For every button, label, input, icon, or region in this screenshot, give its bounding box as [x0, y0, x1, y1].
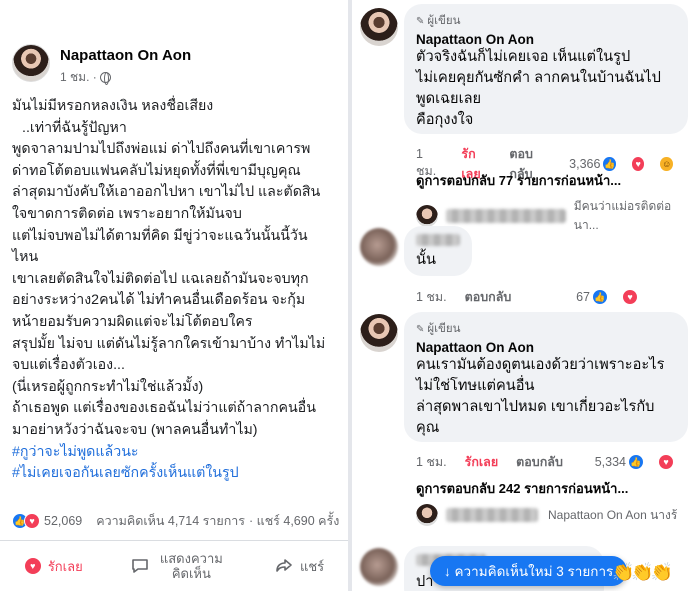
share-count[interactable]: · แชร์ 4,690 ครั้ง — [249, 511, 339, 531]
comment-reaction-count[interactable]: 67 — [576, 290, 590, 304]
hashtag-link[interactable]: #กูว่าจะไม่พูดแล้วนะ — [12, 442, 342, 464]
reply-preview[interactable]: Napattaon On Aon นางร้ — [416, 504, 677, 526]
comment-bubble: ✎ ผู้เขียน Napattaon On Aon ตัวจริงฉันก็… — [404, 4, 688, 134]
hashtag-link[interactable]: #ไม่เคยเจอกันเลยซักครั้งเห็นแต่ในรูป — [12, 463, 342, 485]
new-comments-button[interactable]: ↓ ความคิดเห็นใหม่ 3 รายการ — [430, 556, 628, 586]
share-icon — [276, 559, 292, 572]
post-line: (นี่เหรอผู้ถูกกระทำไม่ใช่แล้วมั้ง) — [12, 378, 204, 395]
reply-preview-text: Napattaon On Aon นางร้ — [548, 507, 678, 522]
post-action-bar: ♥ รักเลย แสดงความคิดเห็น แชร์ — [0, 540, 348, 591]
reaction-icons[interactable]: 👍 ♥ — [12, 513, 40, 529]
post-author-name[interactable]: Napattaon On Aon — [60, 47, 191, 64]
comment-reply-button[interactable]: ตอบกลับ — [516, 452, 563, 472]
reaction-count[interactable]: 52,069 — [44, 514, 82, 528]
comment-avatar[interactable] — [360, 548, 398, 586]
comment-line: คุณ — [416, 420, 440, 436]
author-badge-label: ผู้เขียน — [427, 323, 461, 335]
post-time-text: 1 ชม. · — [60, 70, 97, 84]
comment-line: ไม่ใช่โทษแต่คนอื่น — [416, 378, 535, 394]
post-line: ด่าทอโต้ตอบแฟนคลับไม่หยุดทั้งที่พี่เขามี… — [12, 162, 301, 179]
new-comments-label: ↓ ความคิดเห็นใหม่ 3 รายการ — [444, 564, 614, 579]
post-line: ไหน — [12, 249, 39, 266]
post-line: ถ้าเธอพูด แต่เรื่องของเธอฉันไม่ว่าแต่ถ้า… — [12, 400, 316, 417]
author-badge-label: ผู้เขียน — [427, 15, 461, 27]
post-line: ใจขาดการติดต่อ เพราะอยากให้มันจบ — [12, 205, 242, 222]
comment-line: ตัวจริงฉันก็ไม่เคยเจอ เห็นแต่ในรูป — [416, 49, 631, 65]
comment-icon — [132, 559, 149, 573]
author-badge: ✎ ผู้เขียน — [416, 12, 676, 30]
clap-icons: 👏👏👏 — [612, 562, 673, 582]
love-reaction-icon: ♥ — [24, 513, 40, 529]
author-avatar[interactable] — [12, 44, 50, 82]
redacted-name — [416, 234, 460, 246]
author-badge: ✎ ผู้เขียน — [416, 320, 676, 338]
comment-avatar[interactable] — [360, 8, 398, 46]
post-meta: Napattaon On Aon 1 ชม. · — [60, 44, 191, 87]
comment-love-button[interactable]: รักเลย — [465, 452, 499, 472]
comment-reaction-count[interactable]: 5,334 — [595, 455, 626, 469]
comment-avatar[interactable] — [360, 314, 398, 352]
post-line: ..เท่าที่ฉันรู้ปัญหา — [22, 119, 127, 136]
globe-icon — [99, 72, 111, 85]
comment-author-name[interactable]: Napattaon On Aon — [416, 32, 676, 47]
pen-icon: ✎ — [416, 323, 425, 335]
comment-button-label: แสดงความคิดเห็น — [159, 551, 223, 581]
comment-line: คนเรามันต้องดูตนเองด้วยว่าเพราะอะไร — [416, 357, 665, 373]
comment-time[interactable]: 1 ชม. — [416, 287, 447, 307]
comment-line: นั้น — [416, 252, 436, 268]
post-line: พูดจาลามปามไปถึงพ่อแม่ ด่าไปถึงคนที่เขาเ… — [12, 141, 311, 158]
comment-line: พูดเฉยเลย — [416, 91, 482, 107]
post-line: หน้ายอมรับความผิดแต่จะไม่โต้ตอบใคร — [12, 313, 253, 330]
post-body: มันไม่มีหรอกหลงเงิน หลงชื่อเสียง ..เท่าท… — [12, 96, 342, 485]
share-button[interactable]: แชร์ — [274, 556, 324, 577]
post-header: Napattaon On Aon 1 ชม. · — [12, 44, 191, 87]
post-panel: Napattaon On Aon 1 ชม. · มันไม่มีหรอกหลง… — [0, 0, 348, 591]
pen-icon: ✎ — [416, 15, 425, 27]
love-reaction-icon: ♥ — [622, 289, 638, 305]
post-timestamp[interactable]: 1 ชม. · — [60, 68, 191, 87]
post-line: สรุปมั้ย ไม่จบ แต่ดันไม่รู้ลากใครเข้ามาบ… — [12, 335, 326, 352]
view-previous-replies[interactable]: ดูการตอบกลับ 242 รายการก่อนหน้า... — [416, 478, 628, 499]
love-button-label: รักเลย — [47, 558, 83, 574]
post-line: มันไม่มีหรอกหลงเงิน หลงชื่อเสียง — [12, 98, 214, 114]
comment-avatar[interactable] — [360, 228, 398, 266]
comment-line: คือกุงงใจ — [416, 112, 474, 128]
redacted-name — [445, 209, 566, 223]
comment-line: ล่าสุดพาลเขาไปหมด เขาเกี่ยวอะไรกับ — [416, 399, 655, 415]
comment-actions: 1 ชม. รักเลย ตอบกลับ 5,334 👍 ♥ — [416, 452, 692, 472]
redacted-name — [446, 508, 538, 522]
comment-line: ไม่เคยคุยกันซักคำ ลากคนในบ้านฉันไป — [416, 70, 661, 86]
love-icon: ♥ — [23, 557, 42, 575]
reply-preview-text: มีคนว่าแม่อรติดต่อนา... — [573, 199, 672, 232]
comment-actions: 1 ชม. ตอบกลับ 67 👍 ♥ — [416, 287, 656, 307]
comment-button[interactable]: แสดงความคิดเห็น — [130, 551, 226, 581]
comment-author-name[interactable]: Napattaon On Aon — [416, 340, 676, 355]
comment-bubble: นั้น — [404, 226, 472, 276]
haha-reaction-icon: ☺ — [659, 156, 674, 172]
post-line: ล่าสุดมาบังคับให้เอาออกไปหา เขาไม่ไป และ… — [12, 184, 321, 201]
post-stats: 👍 ♥ 52,069 ความคิดเห็น 4,714 รายการ · แช… — [12, 511, 342, 531]
view-previous-replies[interactable]: ดูการตอบกลับ 77 รายการก่อนหน้า... — [416, 170, 621, 191]
post-line: แต่ไม่จบพอไม่ได้ตามที่คิด มีขู่ว่าจะแฉวั… — [12, 227, 308, 244]
like-reaction-icon: 👍 — [592, 289, 608, 305]
comment-reaction-count[interactable]: 3,366 — [569, 157, 600, 171]
love-reaction-icon: ♥ — [630, 156, 646, 172]
post-line: เขาเลยตัดสินใจไม่ติดต่อไป แฉเลยถ้ามันจะจ… — [12, 270, 309, 287]
reply-avatar — [416, 205, 438, 227]
comment-time[interactable]: 1 ชม. — [416, 452, 447, 472]
post-line: มาอย่าหวังว่าฉันจะจบ (พาลคนอื่นทำไม) — [12, 421, 258, 438]
comment-reply-button[interactable]: ตอบกลับ — [465, 287, 512, 307]
post-line: จบแต่เรื่องตัวเอง... — [12, 357, 125, 374]
reply-avatar — [416, 504, 438, 526]
comment-bubble: ✎ ผู้เขียน Napattaon On Aon คนเรามันต้อง… — [404, 312, 688, 442]
love-button[interactable]: ♥ รักเลย — [23, 556, 83, 577]
comment-count[interactable]: ความคิดเห็น 4,714 รายการ — [96, 511, 245, 531]
share-button-label: แชร์ — [299, 558, 325, 574]
comments-panel: ✎ ผู้เขียน Napattaon On Aon ตัวจริงฉันก็… — [352, 0, 696, 591]
like-reaction-icon: 👍 — [628, 454, 644, 470]
love-reaction-icon: ♥ — [658, 454, 674, 470]
post-line: อย่างระหว่าง2คนได้ ไม่ทำคนอื่นเดือดร้อน … — [12, 292, 306, 309]
